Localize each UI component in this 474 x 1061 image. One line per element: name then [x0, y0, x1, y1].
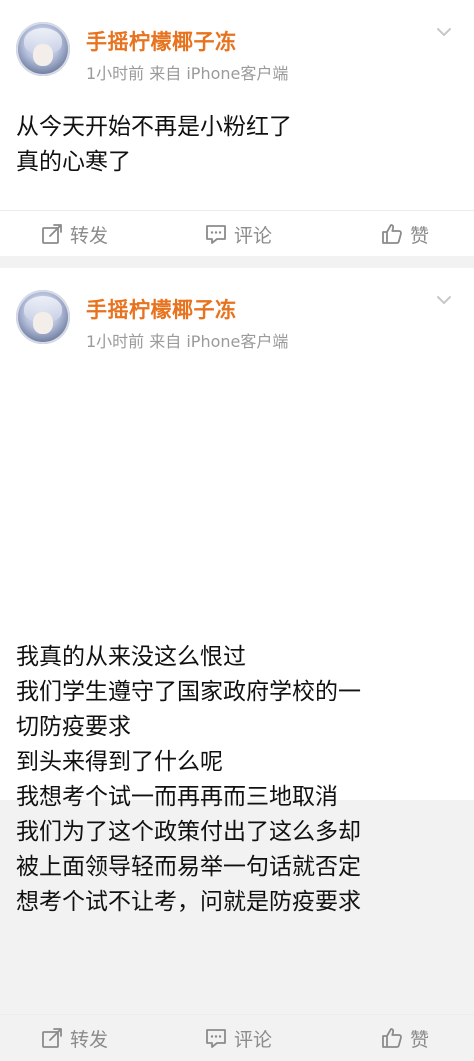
repost-label: 转发 [70, 1028, 109, 1051]
comment-button[interactable]: 评论 [204, 211, 272, 257]
username[interactable]: 手摇柠檬椰子冻 [86, 26, 237, 56]
post-card: 手摇柠檬椰子冻 1小时前 来自 iPhone客户端 从今天开始不再是小粉红了 真… [0, 0, 474, 256]
avatar-face [33, 312, 53, 334]
like-button[interactable]: 赞 [380, 1015, 429, 1061]
repost-icon [42, 1028, 62, 1048]
post-meta: 1小时前 来自 iPhone客户端 [86, 64, 289, 83]
comment-icon [206, 1029, 226, 1048]
post-line: 我们学生遵守了国家政府学校的一 [16, 679, 361, 705]
avatar[interactable] [16, 290, 70, 344]
repost-label: 转发 [70, 224, 109, 247]
avatar-face [33, 44, 53, 66]
comment-icon [206, 225, 226, 244]
post-line: 到头来得到了什么呢 [16, 749, 223, 775]
thumbs-up-icon [382, 224, 402, 244]
post-text: 我真的从来没这么恨过 我们学生遵守了国家政府学校的一 切防疫要求 到头来得到了什… [16, 640, 458, 920]
action-bar: 转发 评论 赞 [0, 1014, 474, 1061]
post-line: 切防疫要求 [16, 714, 131, 740]
post-meta: 1小时前 来自 iPhone客户端 [86, 332, 289, 351]
username[interactable]: 手摇柠檬椰子冻 [86, 294, 237, 324]
like-label: 赞 [410, 224, 430, 247]
chevron-down-icon[interactable] [436, 24, 452, 40]
post-line: 从今天开始不再是小粉红了 [16, 114, 292, 140]
comment-label: 评论 [234, 1028, 273, 1051]
post-card: 手摇柠檬椰子冻 1小时前 来自 iPhone客户端 我真的从来没这么恨过 我们学… [0, 268, 474, 1051]
post-line: 想考个试不让考，问就是防疫要求 [16, 889, 361, 915]
post-line: 我真的从来没这么恨过 [16, 644, 246, 670]
post-line: 真的心寒了 [16, 149, 131, 175]
action-bar: 转发 评论 赞 [0, 210, 474, 257]
avatar[interactable] [16, 22, 70, 76]
post-line: 我们为了这个政策付出了这么多却 [16, 819, 361, 845]
comment-button[interactable]: 评论 [204, 1015, 272, 1061]
repost-button[interactable]: 转发 [40, 211, 108, 257]
like-label: 赞 [410, 1028, 430, 1051]
like-button[interactable]: 赞 [380, 211, 429, 257]
thumbs-up-icon [382, 1028, 402, 1048]
chevron-down-icon[interactable] [436, 292, 452, 308]
repost-button[interactable]: 转发 [40, 1015, 108, 1061]
repost-icon [42, 224, 62, 244]
post-line: 我想考个试一而再再而三地取消 [16, 784, 338, 810]
comment-label: 评论 [234, 224, 273, 247]
post-line: 被上面领导轻而易举一句话就否定 [16, 854, 361, 880]
post-text: 从今天开始不再是小粉红了 真的心寒了 [16, 110, 458, 180]
